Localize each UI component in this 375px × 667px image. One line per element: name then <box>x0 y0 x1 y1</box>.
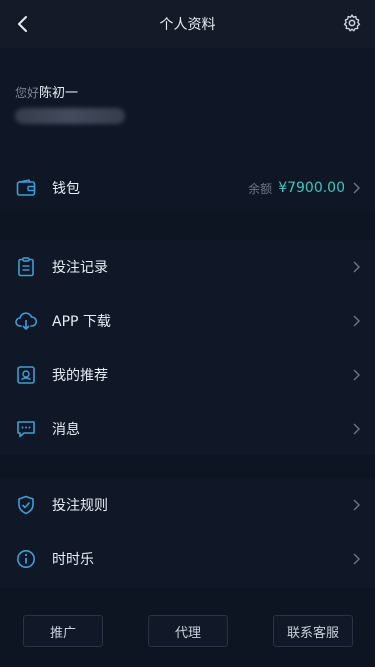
agent-button[interactable]: 代理 <box>148 615 228 647</box>
menu-group-main: 投注记录 APP 下载 我的推荐 消息 <box>0 240 375 455</box>
chevron-right-icon <box>351 314 361 328</box>
chevron-right-icon <box>351 368 361 382</box>
promote-button[interactable]: 推广 <box>23 615 103 647</box>
balance-value: ¥7900.00 <box>278 180 345 196</box>
clipboard-icon <box>15 256 37 278</box>
shield-check-icon <box>15 494 37 516</box>
chevron-right-icon <box>351 498 361 512</box>
menu-item-shishile[interactable]: 时时乐 <box>0 532 375 586</box>
row-end <box>351 368 361 382</box>
menu-item-label: 我的推荐 <box>52 368 108 384</box>
user-name: 陈初一 <box>39 86 79 101</box>
referral-icon <box>15 364 37 386</box>
chevron-right-icon <box>351 422 361 436</box>
balance-label: 余额 <box>248 181 273 196</box>
info-icon <box>15 548 37 570</box>
menu-item-app-download[interactable]: APP 下载 <box>0 294 375 348</box>
menu-item-label: 投注规则 <box>52 498 108 514</box>
customer-service-button[interactable]: 联系客服 <box>273 615 353 647</box>
back-button[interactable] <box>10 12 34 36</box>
wallet-row[interactable]: 钱包 余额 ¥7900.00 <box>0 162 375 214</box>
menu-item-label: 投注记录 <box>52 260 108 276</box>
gear-icon <box>343 14 361 32</box>
greeting-text: 您好 <box>15 86 40 100</box>
wallet-label: 钱包 <box>52 181 80 197</box>
greeting: 您好陈初一 <box>15 82 78 101</box>
chevron-right-icon <box>351 260 361 274</box>
menu-item-betting-rules[interactable]: 投注规则 <box>0 478 375 532</box>
cloud-download-icon <box>15 310 37 332</box>
top-bar: 个人资料 <box>0 0 375 48</box>
row-end <box>351 260 361 274</box>
menu-item-bet-records[interactable]: 投注记录 <box>0 240 375 294</box>
settings-button[interactable] <box>341 12 363 34</box>
chevron-left-icon <box>18 16 27 32</box>
chevron-right-icon <box>351 552 361 566</box>
footer-actions: 推广 代理 联系客服 <box>0 595 375 667</box>
message-icon <box>15 418 37 440</box>
menu-item-messages[interactable]: 消息 <box>0 402 375 456</box>
row-end <box>351 314 361 328</box>
wallet-balance: 余额 ¥7900.00 <box>248 180 361 197</box>
menu-group-info: 投注规则 时时乐 <box>0 478 375 588</box>
page-title: 个人资料 <box>159 17 216 33</box>
masked-account <box>15 108 125 124</box>
menu-item-label: 消息 <box>52 422 80 438</box>
row-end <box>351 422 361 436</box>
menu-item-my-referrals[interactable]: 我的推荐 <box>0 348 375 402</box>
row-end <box>351 552 361 566</box>
chevron-right-icon <box>351 181 361 195</box>
row-end <box>351 498 361 512</box>
menu-item-label: 时时乐 <box>52 552 94 568</box>
wallet-icon <box>15 177 37 199</box>
menu-item-label: APP 下载 <box>52 314 111 330</box>
